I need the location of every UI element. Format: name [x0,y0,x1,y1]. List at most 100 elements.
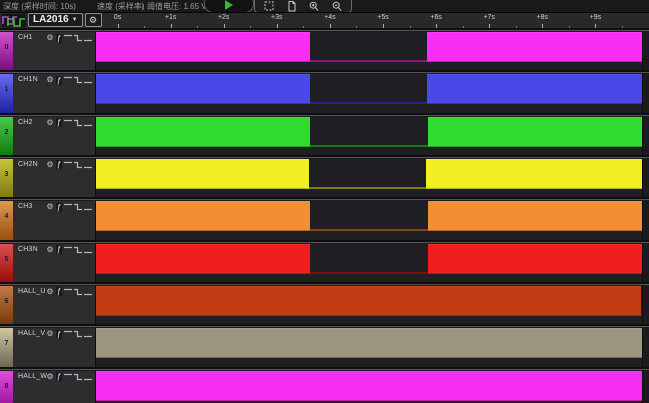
channel-settings-gear-icon[interactable]: ⚙ [46,75,53,85]
channel-measure-f-icon[interactable]: ƒ [56,118,62,127]
channel-color-strip[interactable]: 5 [0,244,13,282]
channel-color-strip[interactable]: 4 [0,201,13,239]
channel-icon-bar: ⚙ ƒ [46,329,92,339]
channel-label-area: HALL_U ⚙ ƒ [13,286,96,324]
channel-measure-f-icon[interactable]: ƒ [56,287,62,296]
low-level-icon[interactable] [84,288,92,296]
waveform-low-segment [310,60,427,62]
channel-settings-gear-icon[interactable]: ⚙ [46,329,53,339]
channel-measure-f-icon[interactable]: ƒ [56,330,62,339]
channel-settings-gear-icon[interactable]: ⚙ [46,287,53,297]
edge-trigger-icon[interactable] [74,203,82,211]
channel-measure-f-icon[interactable]: ƒ [56,76,62,85]
channel-settings-gear-icon[interactable]: ⚙ [46,202,53,212]
channel-number: 4 [0,213,13,220]
edge-trigger-icon[interactable] [74,288,82,296]
channel-color-strip[interactable]: 7 [0,328,13,366]
channel-settings-gear-icon[interactable]: ⚙ [46,245,53,255]
plot-right-edge [642,117,649,155]
edge-trigger-icon[interactable] [74,34,82,42]
low-level-icon[interactable] [84,34,92,42]
high-level-icon[interactable] [64,161,72,169]
channel-name[interactable]: CH2 [18,119,33,126]
channel-measure-f-icon[interactable]: ƒ [56,372,62,381]
channel-label-area: HALL_W ⚙ ƒ [13,371,96,403]
channel-name[interactable]: CH3N [18,246,38,253]
timeline-tick-label: +9s [590,14,601,21]
waveform-plot[interactable] [96,159,649,197]
channel-settings-gear-icon[interactable]: ⚙ [46,118,53,128]
channel-row: 3 CH2N ⚙ ƒ [0,155,649,197]
high-level-icon[interactable] [64,330,72,338]
edge-trigger-icon[interactable] [74,161,82,169]
waveform-plot[interactable] [96,371,649,403]
channel-measure-f-icon[interactable]: ƒ [56,245,62,254]
timeline-tick-label: +8s [537,14,548,21]
channel-measure-f-icon[interactable]: ƒ [56,203,62,212]
channel-label-area: HALL_V ⚙ ƒ [13,328,96,366]
channel-measure-f-icon[interactable]: ƒ [56,34,62,43]
channel-color-strip[interactable]: 0 [0,32,13,70]
channel-name[interactable]: HALL_W [18,373,47,380]
selection-box-icon[interactable] [264,1,274,12]
low-level-icon[interactable] [84,203,92,211]
low-level-icon[interactable] [84,161,92,169]
channel-name[interactable]: CH1 [18,34,33,41]
channel-color-strip[interactable]: 6 [0,286,13,324]
waveform-plot[interactable] [96,244,649,282]
waveform-plot[interactable] [96,328,649,366]
channel-settings-gear-icon[interactable]: ⚙ [46,160,53,170]
high-level-icon[interactable] [64,34,72,42]
low-level-icon[interactable] [84,330,92,338]
low-level-icon[interactable] [84,76,92,84]
high-level-icon[interactable] [64,246,72,254]
channel-name[interactable]: HALL_U [18,288,46,295]
high-level-icon[interactable] [64,76,72,84]
channel-row: 6 HALL_U ⚙ ƒ [0,282,649,324]
waveform-high-segment [96,328,644,358]
edge-trigger-icon[interactable] [74,373,82,381]
high-level-icon[interactable] [64,119,72,127]
channel-settings-gear-icon[interactable]: ⚙ [46,33,53,43]
low-level-icon[interactable] [84,373,92,381]
plot-right-edge [642,244,649,282]
waveform-plot[interactable] [96,201,649,239]
high-level-icon[interactable] [64,288,72,296]
timeline-ruler[interactable]: 0s+1s+2s+3s+4s+5s+6s+7s+8s+9s [95,13,649,28]
channel-color-strip[interactable]: 3 [0,159,13,197]
channel-icon-bar: ⚙ ƒ [46,245,92,255]
edge-trigger-icon[interactable] [74,330,82,338]
high-level-icon[interactable] [64,203,72,211]
waveform-plot[interactable] [96,74,649,112]
low-level-icon[interactable] [84,119,92,127]
channel-settings-gear-icon[interactable]: ⚙ [46,372,53,382]
edge-trigger-icon[interactable] [74,119,82,127]
channel-color-strip[interactable]: 8 [0,371,13,403]
channel-name[interactable]: CH1N [18,76,38,83]
waveform-high-segment [428,201,644,231]
export-file-icon[interactable] [287,1,297,12]
play-icon [225,0,233,10]
waveform-high-segment [96,74,310,104]
edge-trigger-icon[interactable] [74,246,82,254]
channel-measure-f-icon[interactable]: ƒ [56,160,62,169]
waveform-plot[interactable] [96,32,649,70]
plot-right-edge [642,286,649,324]
start-button[interactable] [204,0,254,13]
waveform-plot[interactable] [96,286,649,324]
channel-name[interactable]: CH2N [18,161,38,168]
waveform-low-segment [310,272,427,274]
waveform-high-segment [96,201,310,231]
low-level-icon[interactable] [84,246,92,254]
channel-name[interactable]: CH3 [18,203,33,210]
zoom-out-icon[interactable] [332,1,342,12]
timeline-tick-label: +2s [218,14,229,21]
high-level-icon[interactable] [64,373,72,381]
zoom-in-icon[interactable] [309,1,319,12]
channel-name[interactable]: HALL_V [18,330,45,337]
edge-trigger-icon[interactable] [74,76,82,84]
waveform-plot[interactable] [96,117,649,155]
channel-color-strip[interactable]: 2 [0,117,13,155]
device-dropdown-button[interactable]: LA2016 ▼ [28,13,83,27]
channel-color-strip[interactable]: 1 [0,74,13,112]
